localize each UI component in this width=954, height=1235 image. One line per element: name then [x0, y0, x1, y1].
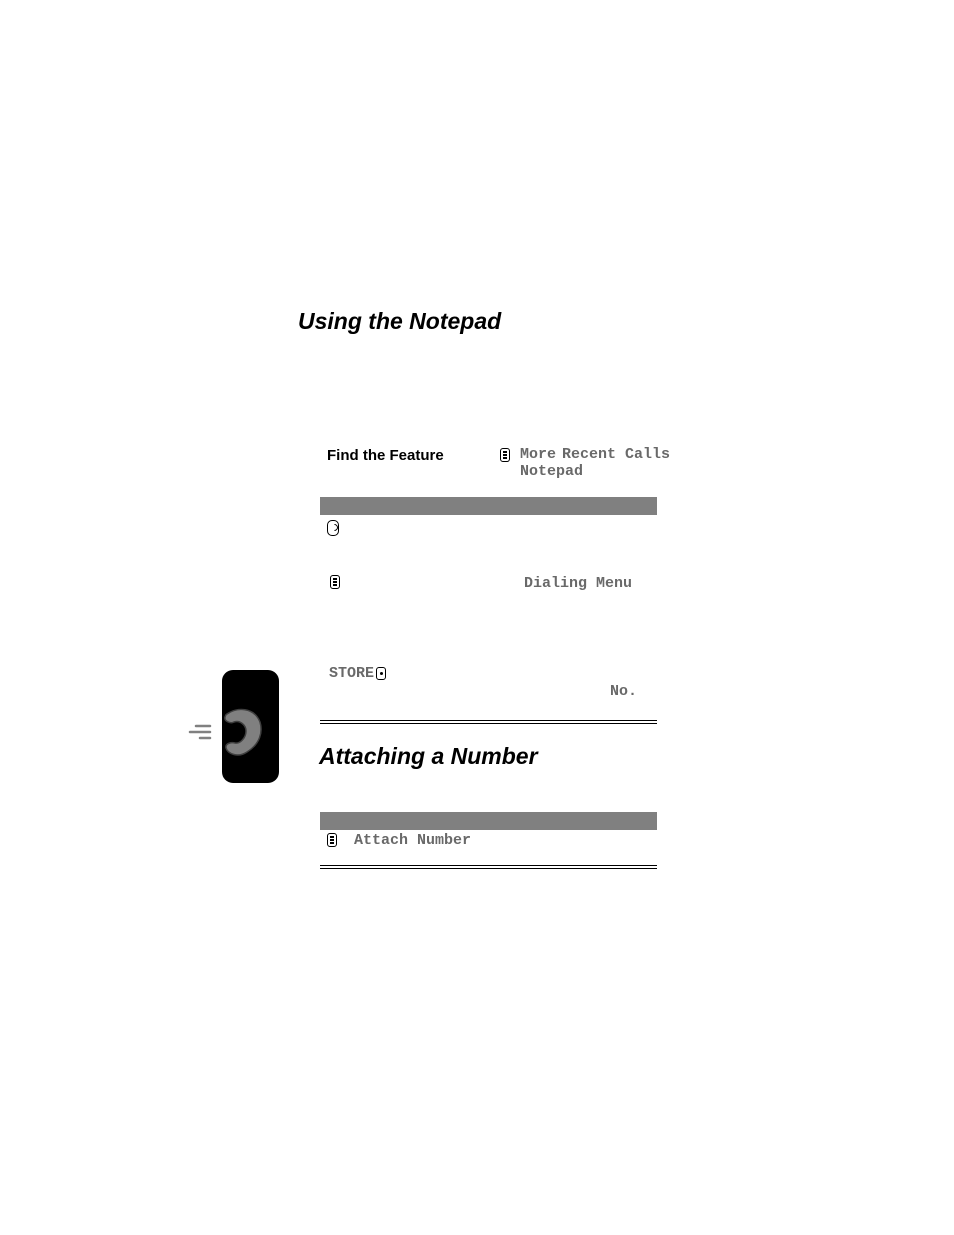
table-header-bar: [320, 497, 657, 515]
divider-line: [320, 720, 657, 721]
menu-path-more: More: [520, 446, 556, 463]
no-abbrev-text: No.: [610, 683, 637, 700]
softkey-icon: [376, 667, 386, 680]
divider-line: [320, 865, 657, 866]
table-header-bar: [320, 812, 657, 830]
handset-icon: [182, 702, 287, 762]
menu-path-notepad: Notepad: [520, 463, 583, 480]
dialing-menu-text: Dialing Menu: [524, 575, 632, 592]
phone-illustration: [222, 670, 279, 783]
divider-line: [320, 723, 657, 724]
store-softkey-label: STORE: [329, 665, 374, 682]
menu-icon: [327, 833, 337, 847]
attach-number-text: Attach Number: [354, 832, 471, 849]
menu-icon: [330, 575, 340, 589]
section-heading-attaching: Attaching a Number: [319, 743, 538, 770]
menu-path-recent-calls: Recent Calls: [562, 446, 670, 463]
send-key-icon: [327, 520, 339, 536]
divider-line: [320, 868, 657, 869]
menu-icon: [500, 448, 510, 462]
find-feature-label: Find the Feature: [327, 447, 444, 464]
section-heading-notepad: Using the Notepad: [298, 308, 501, 335]
